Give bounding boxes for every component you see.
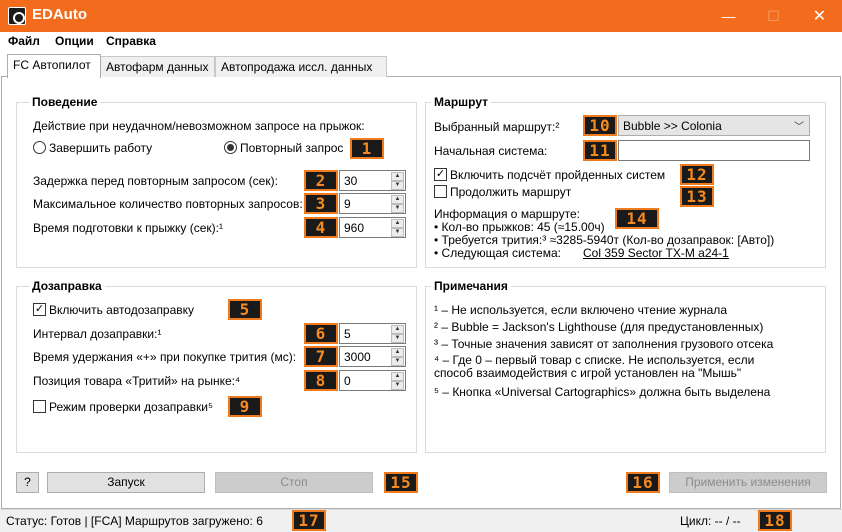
badge: 13 (680, 186, 714, 207)
badge: 18 (758, 510, 792, 531)
next-system-link[interactable]: Col 359 Sector TX-M a24-1 (583, 246, 729, 260)
menu-help[interactable]: Справка (106, 34, 156, 48)
hold-time-label: Время удержания «+» при покупке трития (… (33, 350, 297, 364)
continue-route-checkbox[interactable] (434, 185, 447, 198)
spin-down-icon[interactable]: ▼ (391, 181, 404, 190)
spin-down-icon[interactable]: ▼ (391, 357, 404, 366)
notes-title: Примечания (431, 279, 511, 293)
chevron-down-icon: ﹀ (794, 122, 804, 133)
behavior-title: Поведение (29, 95, 101, 109)
note-line: ¹ – Не используется, если включено чтени… (434, 303, 727, 317)
count-visited-checkbox[interactable]: ✓ (434, 168, 447, 181)
badge: 7 (304, 346, 338, 367)
on-fail-label: Действие при неудачном/невозможном запро… (33, 119, 365, 133)
close-button[interactable]: ✕ (797, 0, 842, 32)
spin-up-icon[interactable]: ▲ (391, 372, 404, 381)
max-retries-spinner[interactable]: 9 ▲ ▼ (339, 193, 406, 214)
spin-down-icon[interactable]: ▼ (391, 334, 404, 343)
radio-finish[interactable] (33, 141, 46, 154)
app-icon (8, 7, 26, 25)
interval-spinner[interactable]: 5 ▲ ▼ (339, 323, 406, 344)
badge: 8 (304, 370, 338, 391)
badge: 1 (350, 138, 384, 159)
continue-route-label: Продолжить маршрут (450, 185, 572, 199)
position-spinner[interactable]: 0 ▲ ▼ (339, 370, 406, 391)
badge: 14 (615, 208, 659, 229)
position-label: Позиция товара «Тритий» на рынке:⁴ (33, 374, 241, 388)
auto-refuel-checkbox[interactable]: ✓ (33, 303, 46, 316)
spin-up-icon[interactable]: ▲ (391, 325, 404, 334)
minimize-button[interactable]: — (706, 0, 751, 32)
count-visited-label: Включить подсчёт пройденных систем (450, 168, 666, 182)
delay-value: 30 (344, 174, 358, 188)
radio-finish-label: Завершить работу (49, 141, 153, 155)
stop-button[interactable]: Стоп (215, 472, 373, 493)
tritium-line: • Требуется трития:³ ≈3285-5940т (Кол-во… (434, 233, 775, 247)
menu-options[interactable]: Опции (55, 34, 94, 48)
radio-retry-label: Повторный запрос (240, 141, 344, 155)
route-title: Маршрут (431, 95, 492, 109)
note-line: ⁴ – Где 0 – первый товар с списке. Не ис… (434, 353, 755, 367)
spin-down-icon[interactable]: ▼ (391, 228, 404, 237)
badge: 10 (583, 115, 617, 136)
auto-refuel-label: Включить автодозаправку (49, 303, 195, 317)
prep-time-value: 960 (344, 221, 365, 235)
delay-spinner[interactable]: 30 ▲ ▼ (339, 170, 406, 191)
badge: 9 (228, 396, 262, 417)
radio-retry[interactable] (224, 141, 237, 154)
note-line: ² – Bubble = Jackson's Lighthouse (для п… (434, 320, 764, 334)
route-info-label: Информация о маршруте: (434, 207, 580, 221)
badge: 15 (384, 472, 418, 493)
tab-data-autosell[interactable]: Автопродажа иссл. данных (215, 56, 387, 77)
note-line: ³ – Точные значения зависят от заполнени… (434, 337, 774, 351)
badge: 6 (304, 323, 338, 344)
tab-fc-autopilot[interactable]: FC Автопилот (7, 54, 101, 78)
note-line: ⁵ – Кнопка «Universal Cartographics» дол… (434, 385, 771, 399)
note-line: способ взаимодействия с игрой установлен… (434, 366, 742, 380)
refuel-title: Дозаправка (29, 279, 105, 293)
spin-up-icon[interactable]: ▲ (391, 195, 404, 204)
spin-down-icon[interactable]: ▼ (391, 381, 404, 390)
badge: 5 (228, 299, 262, 320)
max-retries-label: Максимальное количество повторных запрос… (33, 197, 303, 211)
help-button[interactable]: ? (16, 472, 39, 493)
start-system-label: Начальная система: (434, 144, 548, 158)
selected-route-label: Выбранный маршрут:² (434, 120, 560, 134)
badge: 16 (626, 472, 660, 493)
delay-label: Задержка перед повторным запросом (сек): (33, 174, 278, 188)
hold-time-value: 3000 (344, 350, 371, 364)
prep-time-spinner[interactable]: 960 ▲ ▼ (339, 217, 406, 238)
check-mode-label: Режим проверки дозаправки⁵ (49, 400, 213, 414)
apply-changes-button[interactable]: Применить изменения (669, 472, 827, 493)
next-system-label: • Следующая система: (434, 246, 561, 260)
hold-time-spinner[interactable]: 3000 ▲ ▼ (339, 346, 406, 367)
spin-up-icon[interactable]: ▲ (391, 219, 404, 228)
badge: 11 (583, 140, 617, 161)
route-select[interactable]: Bubble >> Colonia ﹀ (618, 115, 810, 136)
start-system-input[interactable] (618, 140, 810, 161)
badge: 17 (292, 510, 326, 531)
max-retries-value: 9 (344, 197, 351, 211)
menu-file[interactable]: Файл (8, 34, 40, 48)
check-mode-checkbox[interactable] (33, 400, 46, 413)
interval-value: 5 (344, 327, 351, 341)
prep-time-label: Время подготовки к прыжку (сек):¹ (33, 221, 223, 235)
badge: 3 (304, 193, 338, 214)
cycle-counter: Цикл: -- / -- (680, 514, 741, 528)
window-title: EDAuto (32, 6, 87, 23)
spin-down-icon[interactable]: ▼ (391, 204, 404, 213)
badge: 2 (304, 170, 338, 191)
status-text: Статус: Готов | [FCA] Маршрутов загружен… (6, 514, 263, 528)
interval-label: Интервал дозаправки:¹ (33, 327, 162, 341)
route-select-value: Bubble >> Colonia (623, 119, 722, 133)
tab-data-autofarm[interactable]: Автофарм данных (100, 56, 215, 77)
spin-up-icon[interactable]: ▲ (391, 172, 404, 181)
position-value: 0 (344, 374, 351, 388)
jumps-line: • Кол-во прыжков: 45 (≈15.00ч) (434, 220, 605, 234)
badge: 4 (304, 217, 338, 238)
badge: 12 (680, 164, 714, 185)
maximize-button[interactable]: ☐ (751, 0, 796, 32)
spin-up-icon[interactable]: ▲ (391, 348, 404, 357)
start-button[interactable]: Запуск (47, 472, 205, 493)
